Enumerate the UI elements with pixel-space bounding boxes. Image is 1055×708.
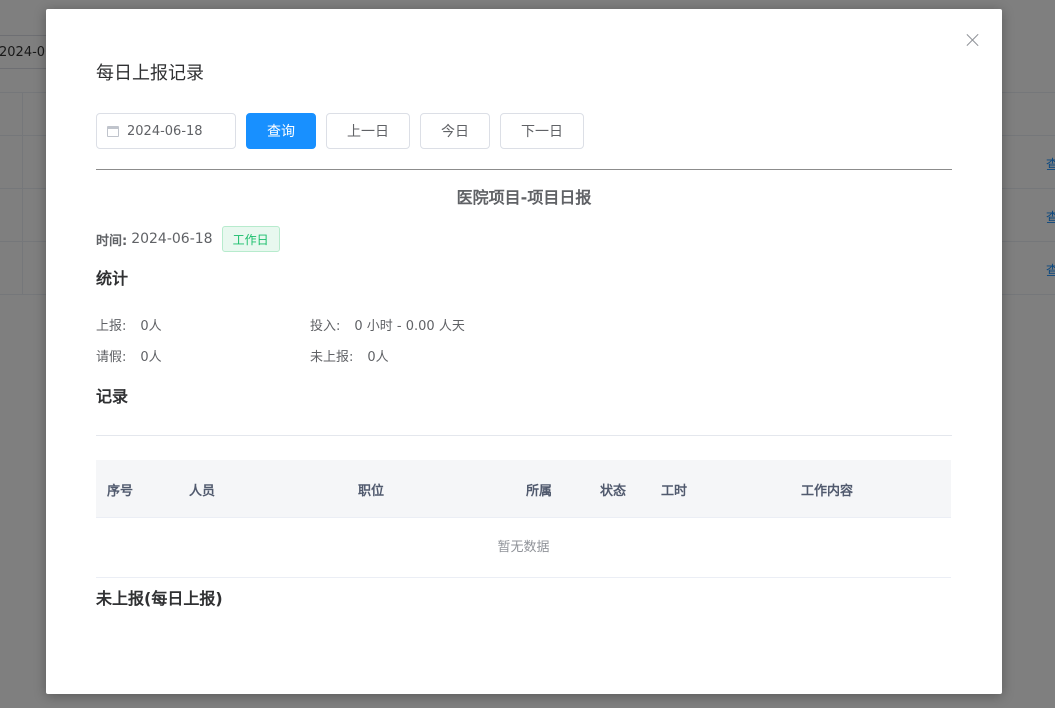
date-toolbar: 2024-06-18 查询 上一日 今日 下一日 xyxy=(96,113,584,149)
column-header-index: 序号 xyxy=(107,484,134,499)
stat-unreported-value: 0人 xyxy=(367,350,389,365)
stat-input: 投入: 0 小时 - 0.00 人天 xyxy=(310,315,465,334)
table-empty-text: 暂无数据 xyxy=(96,518,951,578)
unreported-heading: 未上报(每日上报) xyxy=(96,589,223,608)
records-heading: 记录 xyxy=(96,387,129,406)
column-header-status: 状态 xyxy=(600,484,627,499)
report-title: 医院项目-项目日报 xyxy=(456,188,592,207)
column-header-affiliation: 所属 xyxy=(526,484,553,499)
date-picker-input[interactable]: 2024-06-18 xyxy=(96,113,236,149)
stat-unreported-label: 未上报: xyxy=(310,350,354,365)
records-divider xyxy=(96,435,952,436)
table-header: 序号 人员 职位 所属 状态 工时 工作内容 xyxy=(96,460,951,518)
column-header-work-content: 工作内容 xyxy=(801,484,854,499)
header-divider xyxy=(96,169,952,170)
close-icon[interactable] xyxy=(966,33,980,47)
calendar-icon xyxy=(107,125,119,137)
column-header-hours: 工时 xyxy=(661,484,688,499)
daily-report-dialog: 每日上报记录 2024-06-18 查询 上一日 今日 下一日 医院项目-项目日… xyxy=(46,9,1002,694)
stat-reported: 上报: 0人 xyxy=(96,315,162,334)
next-day-button[interactable]: 下一日 xyxy=(500,113,584,149)
column-header-position: 职位 xyxy=(358,484,385,499)
column-header-person: 人员 xyxy=(189,484,216,499)
today-button[interactable]: 今日 xyxy=(420,113,490,149)
stat-leave-value: 0人 xyxy=(140,350,162,365)
stat-reported-label: 上报: xyxy=(96,319,127,334)
stat-leave: 请假: 0人 xyxy=(96,346,162,365)
dialog-title: 每日上报记录 xyxy=(96,63,204,84)
stat-leave-label: 请假: xyxy=(96,350,127,365)
query-button[interactable]: 查询 xyxy=(246,113,316,149)
workday-badge: 工作日 xyxy=(221,226,280,252)
report-time-row: 时间: 2024-06-18 工作日 xyxy=(96,226,280,252)
time-label: 时间: xyxy=(96,233,128,249)
stat-reported-value: 0人 xyxy=(140,319,162,334)
time-value: 2024-06-18 xyxy=(131,231,213,247)
records-table: 序号 人员 职位 所属 状态 工时 工作内容 暂无数据 xyxy=(96,460,951,578)
stats-heading: 统计 xyxy=(96,269,129,288)
previous-day-button[interactable]: 上一日 xyxy=(326,113,410,149)
stat-unreported: 未上报: 0人 xyxy=(310,346,389,365)
date-picker-value: 2024-06-18 xyxy=(127,123,203,139)
stat-input-value: 0 小时 - 0.00 人天 xyxy=(354,319,465,334)
stat-input-label: 投入: xyxy=(310,319,341,334)
